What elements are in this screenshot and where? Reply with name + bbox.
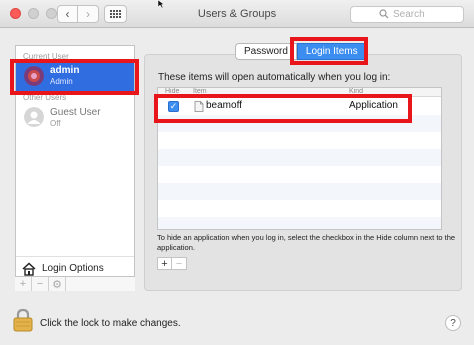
guest-user-status: Off (50, 119, 61, 128)
add-login-item-button[interactable]: + (157, 257, 172, 270)
login-items-intro: These items will open automatically when… (158, 72, 391, 83)
login-items-buttons: + − (157, 257, 187, 270)
remove-user-button[interactable]: − (32, 277, 49, 291)
action-menu-button[interactable]: ⚙ (49, 277, 66, 291)
highlight-admin (10, 59, 139, 95)
search-icon (379, 9, 389, 19)
plus-icon: + (161, 257, 168, 270)
table-row-empty (158, 149, 441, 166)
lock-icon[interactable] (12, 308, 34, 332)
table-row-empty (158, 200, 441, 217)
mouse-cursor-icon (157, 0, 165, 8)
remove-login-item-button[interactable]: − (172, 257, 187, 270)
tab-password[interactable]: Password (235, 43, 297, 60)
login-options-label: Login Options (42, 263, 104, 274)
table-row-empty (158, 132, 441, 149)
plus-icon: + (19, 278, 27, 290)
highlight-login-item-row (154, 94, 412, 123)
add-user-button[interactable]: + (15, 277, 32, 291)
user-row-guest[interactable]: Guest User Off (16, 102, 134, 132)
help-button[interactable]: ? (445, 315, 461, 331)
gear-icon: ⚙ (52, 278, 62, 291)
search-field[interactable]: Search (350, 6, 464, 23)
minus-icon: − (175, 257, 183, 270)
hide-instructions: To hide an application when you log in, … (157, 233, 456, 252)
lock-instructions: Click the lock to make changes. (40, 318, 181, 329)
table-row-empty (158, 183, 441, 200)
guest-user-name: Guest User (50, 107, 101, 118)
guest-avatar-icon (24, 107, 44, 127)
table-row-empty (158, 166, 441, 183)
title-bar: ‹ › Users & Groups Search (0, 0, 474, 28)
house-icon (22, 261, 36, 276)
table-row-empty (158, 217, 441, 229)
minus-icon: − (36, 278, 44, 290)
highlight-login-items-tab (290, 37, 368, 65)
sidebar-buttons: + − ⚙ (15, 276, 135, 291)
search-placeholder: Search (393, 9, 425, 20)
